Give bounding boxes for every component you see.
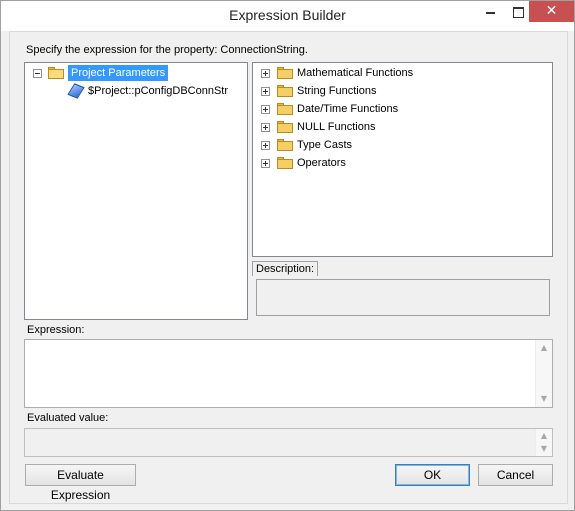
expand-icon[interactable] bbox=[261, 141, 270, 150]
tree-node-label: NULL Functions bbox=[297, 121, 376, 133]
tree-node-label: Project Parameters bbox=[68, 65, 169, 81]
tree-node-label: Type Casts bbox=[297, 139, 353, 151]
evaluated-value-field bbox=[24, 428, 553, 457]
tree-node-label: Operators bbox=[297, 157, 346, 169]
functions-tree[interactable]: Mathematical Functions String Functions … bbox=[252, 62, 553, 257]
scroll-up-icon[interactable]: ▲ bbox=[536, 341, 552, 355]
maximize-button[interactable] bbox=[504, 1, 532, 22]
evaluated-value-label: Evaluated value: bbox=[27, 412, 109, 424]
folder-icon bbox=[277, 121, 293, 133]
description-box bbox=[256, 279, 550, 316]
parameter-icon bbox=[67, 83, 85, 99]
evaluated-value-scrollbar[interactable]: ▲ ▼ bbox=[535, 429, 552, 456]
close-icon: ✕ bbox=[545, 3, 558, 19]
scroll-down-icon[interactable]: ▼ bbox=[536, 392, 552, 406]
expand-icon[interactable] bbox=[261, 105, 270, 114]
tree-node-label: Mathematical Functions bbox=[297, 67, 414, 79]
expression-label: Expression: bbox=[27, 324, 85, 336]
folder-icon bbox=[277, 85, 293, 97]
tree-node-label: Date/Time Functions bbox=[297, 103, 399, 115]
expand-icon[interactable] bbox=[261, 159, 270, 168]
expand-icon[interactable] bbox=[261, 123, 270, 132]
folder-icon bbox=[277, 67, 293, 79]
tree-node-label: $Project::pConfigDBConnStr bbox=[88, 85, 229, 97]
folder-icon bbox=[277, 157, 293, 169]
title-bar[interactable]: Expression Builder ✕ bbox=[1, 1, 574, 31]
close-button[interactable]: ✕ bbox=[529, 1, 574, 22]
evaluate-expression-button[interactable]: Evaluate Expression bbox=[25, 464, 136, 502]
variables-tree[interactable]: Project Parameters $Project::pConfigDBCo… bbox=[24, 62, 248, 320]
description-label: Description: bbox=[252, 261, 319, 276]
open-folder-icon bbox=[48, 67, 64, 79]
folder-icon bbox=[277, 103, 293, 115]
folder-icon bbox=[277, 139, 293, 151]
scroll-up-icon[interactable]: ▲ bbox=[536, 430, 552, 442]
expand-icon[interactable] bbox=[261, 69, 270, 78]
expression-builder-window: Expression Builder ✕ Specify the express… bbox=[0, 0, 575, 511]
tree-node-label: String Functions bbox=[297, 85, 377, 97]
scroll-down-icon[interactable]: ▼ bbox=[536, 443, 552, 455]
property-prompt: Specify the expression for the property:… bbox=[26, 44, 308, 56]
minimize-button[interactable] bbox=[477, 1, 505, 22]
expand-icon[interactable] bbox=[261, 87, 270, 96]
expression-input[interactable] bbox=[24, 339, 553, 408]
cancel-button[interactable]: Cancel bbox=[478, 464, 553, 486]
expression-scrollbar[interactable]: ▲ ▼ bbox=[535, 340, 552, 407]
collapse-icon[interactable] bbox=[33, 69, 42, 78]
ok-button[interactable]: OK bbox=[395, 464, 470, 486]
